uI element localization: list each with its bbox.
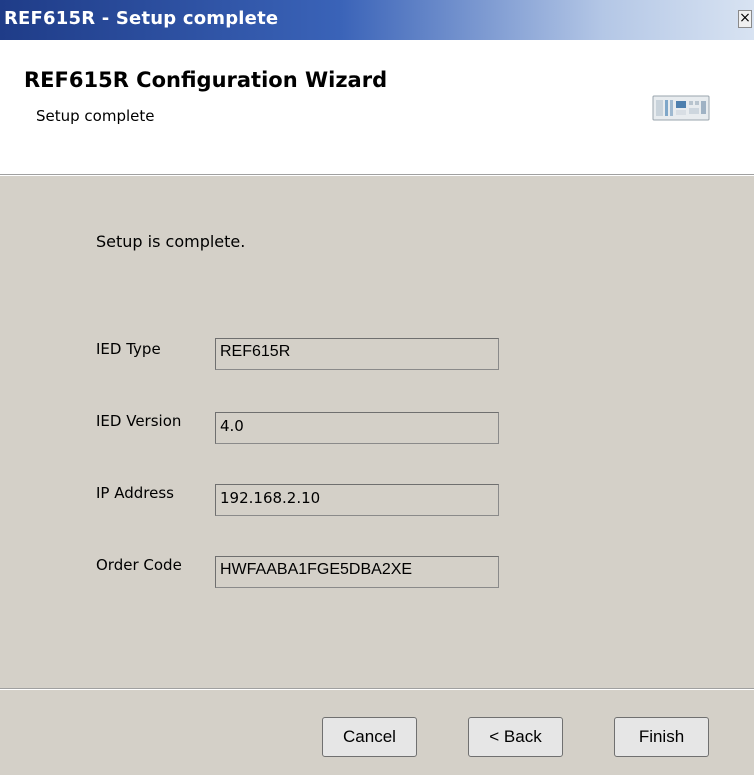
window-title-bar[interactable]: REF615R - Setup complete × (0, 0, 754, 40)
ied-type-label: IED Type (96, 340, 161, 358)
ied-type-field[interactable]: REF615R (215, 338, 499, 370)
finish-button[interactable]: Finish (614, 717, 709, 757)
ied-version-label: IED Version (96, 412, 182, 430)
back-button[interactable]: < Back (468, 717, 563, 757)
wizard-body: Setup is complete. IED Type REF615R IED … (0, 176, 754, 775)
wizard-step-subtitle: Setup complete (36, 107, 155, 125)
wizard-title: REF615R Configuration Wizard (24, 68, 388, 92)
close-button[interactable]: × (738, 10, 752, 28)
order-code-field[interactable]: HWFAABA1FGE5DBA2XE (215, 556, 499, 588)
ip-address-label: IP Address (96, 484, 174, 502)
footer-separator-highlight (0, 689, 754, 690)
relay-device-icon (652, 95, 710, 121)
wizard-header: REF615R Configuration Wizard Setup compl… (0, 40, 754, 174)
close-icon: × (739, 10, 751, 26)
order-code-label: Order Code (96, 556, 182, 574)
ip-address-field[interactable]: 192.168.2.10 (215, 484, 499, 516)
cancel-button[interactable]: Cancel (322, 717, 417, 757)
ied-version-field[interactable]: 4.0 (215, 412, 499, 444)
completion-message: Setup is complete. (96, 232, 246, 251)
window-title: REF615R - Setup complete (4, 8, 279, 29)
